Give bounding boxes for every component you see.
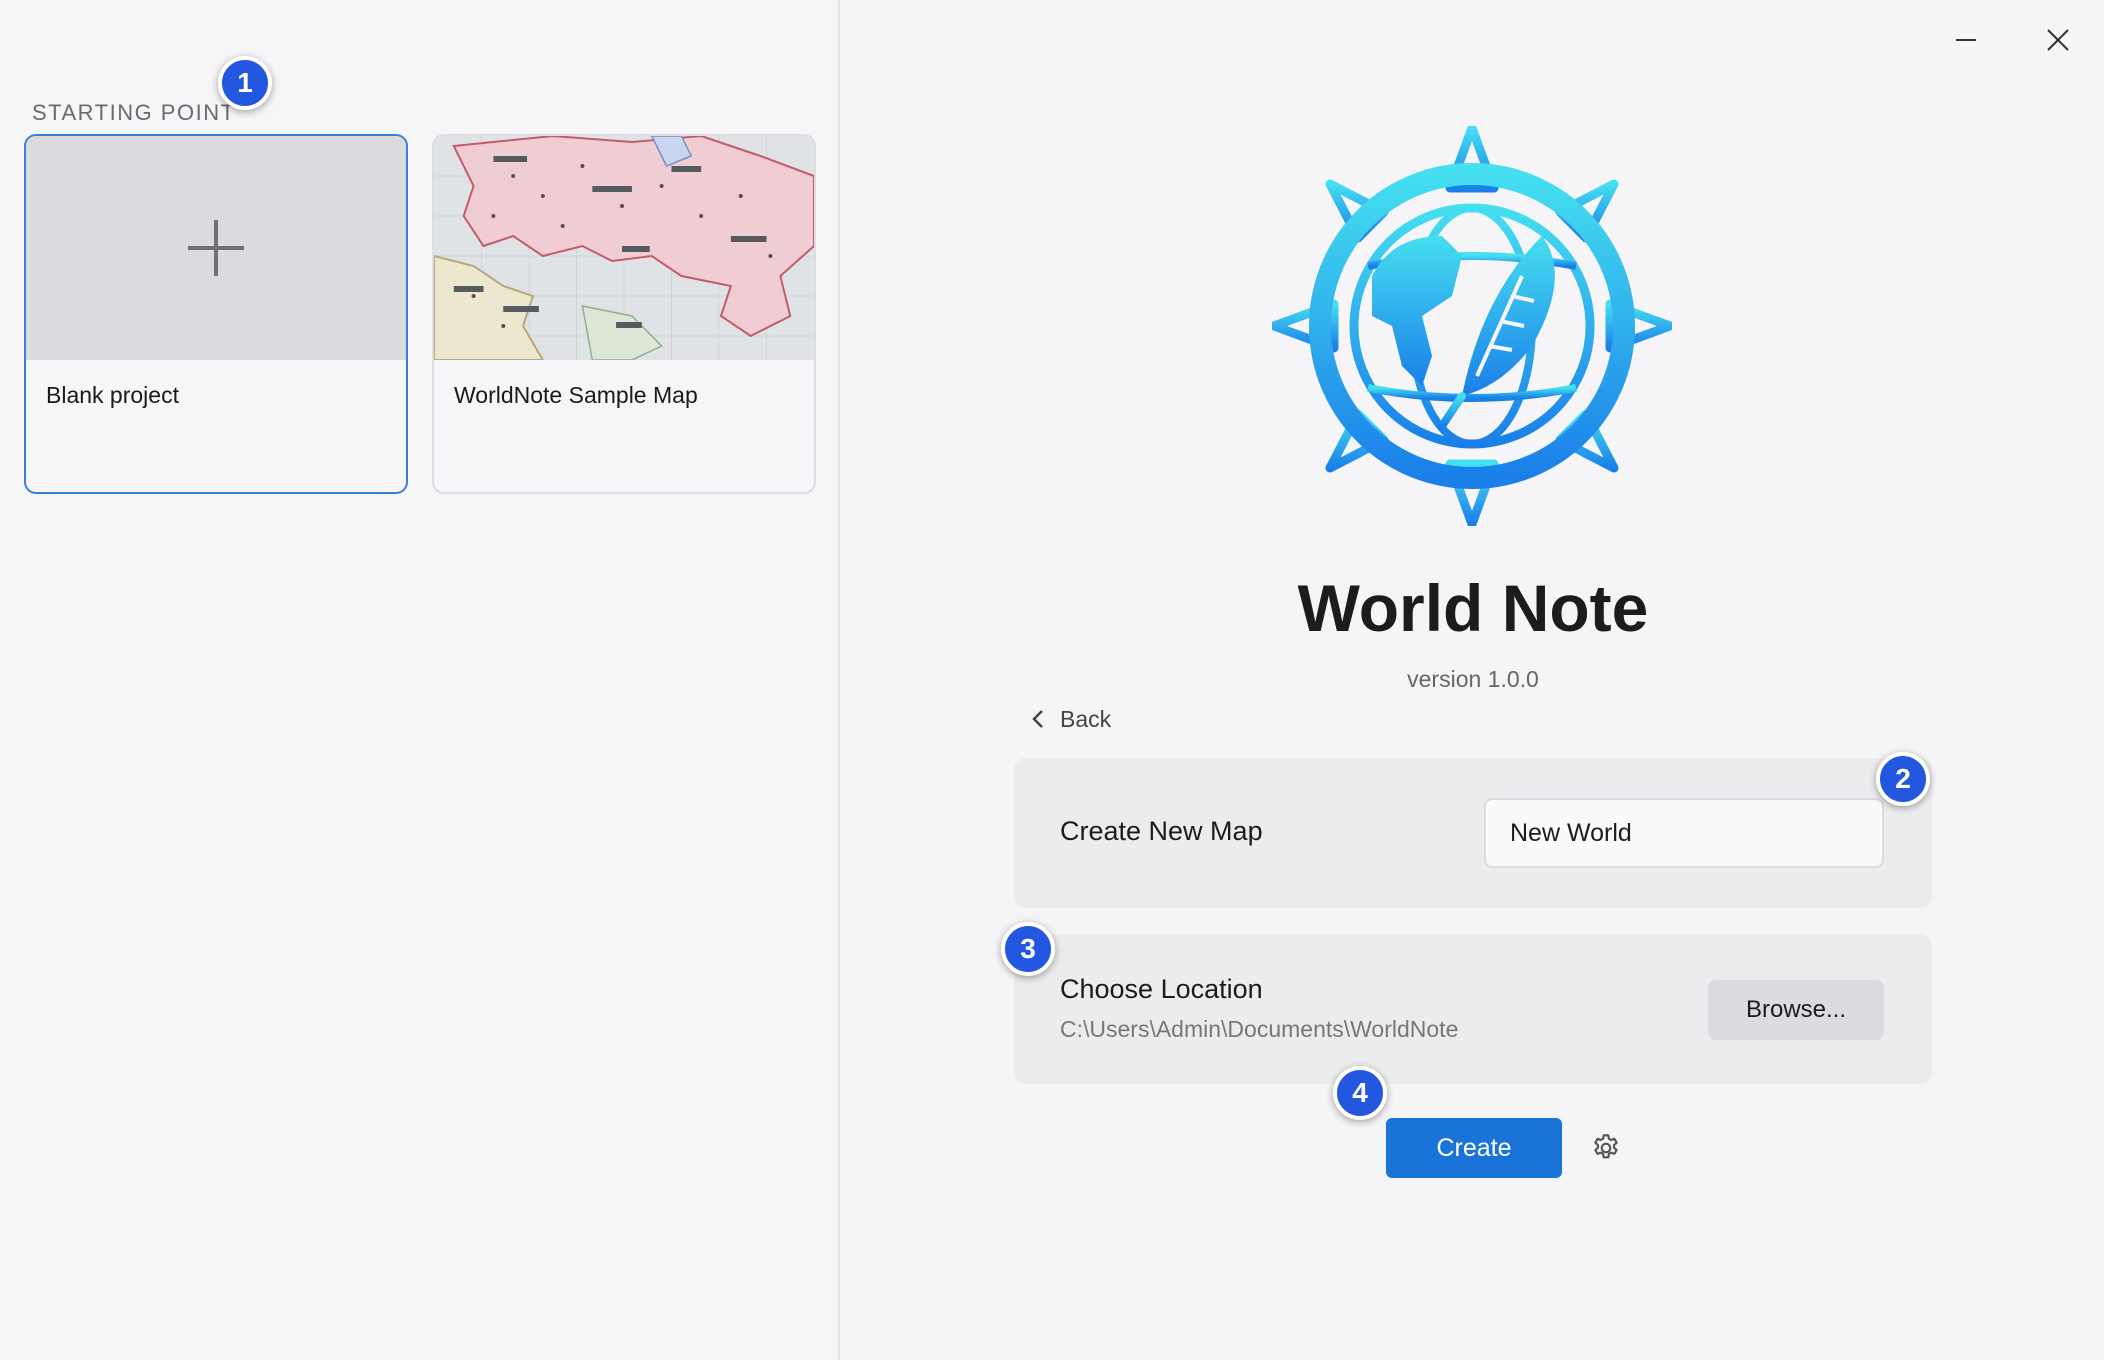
step-badge-1: 1 [218,56,272,110]
choose-location-label: Choose Location [1060,974,1263,1004]
world-note-logo [1269,123,1675,529]
blank-project-card[interactable]: Blank project [24,134,408,494]
minimize-icon [1956,39,1976,41]
browse-button[interactable]: Browse... [1708,980,1884,1040]
create-button[interactable]: Create [1386,1118,1562,1178]
settings-button[interactable] [1586,1128,1626,1168]
gear-icon [1594,1134,1618,1159]
app-title: World Note [1297,571,1649,645]
sample-map-card[interactable]: WorldNote Sample Map [432,134,816,494]
create-new-map-label: Create New Map [1060,816,1263,846]
blank-project-thumbnail [26,136,406,360]
back-button[interactable]: Back [1030,702,1111,736]
plus-icon [188,220,244,276]
map-name-input[interactable] [1484,798,1884,868]
card-label: Blank project [46,382,179,408]
step-badge-4: 4 [1333,1066,1387,1120]
step-badge-3: 3 [1001,922,1055,976]
choose-location-panel: Choose Location C:\Users\Admin\Documents… [1014,934,1932,1084]
close-icon [2047,29,2069,51]
back-label: Back [1060,705,1112,732]
card-label: WorldNote Sample Map [454,382,698,408]
step-badge-2: 2 [1876,752,1930,806]
create-new-map-panel: Create New Map [1014,758,1932,908]
app-version: version 1.0.0 [1407,666,1539,692]
section-title: STARTING POINT [32,100,236,125]
close-button[interactable] [2036,18,2080,62]
sample-map-thumbnail [434,136,814,360]
chevron-left-icon [1032,710,1043,728]
location-path: C:\Users\Admin\Documents\WorldNote [1060,1016,1459,1042]
minimize-button[interactable] [1944,18,1988,62]
starting-point-panel: STARTING POINT Blank project WorldNote S… [0,0,840,1360]
